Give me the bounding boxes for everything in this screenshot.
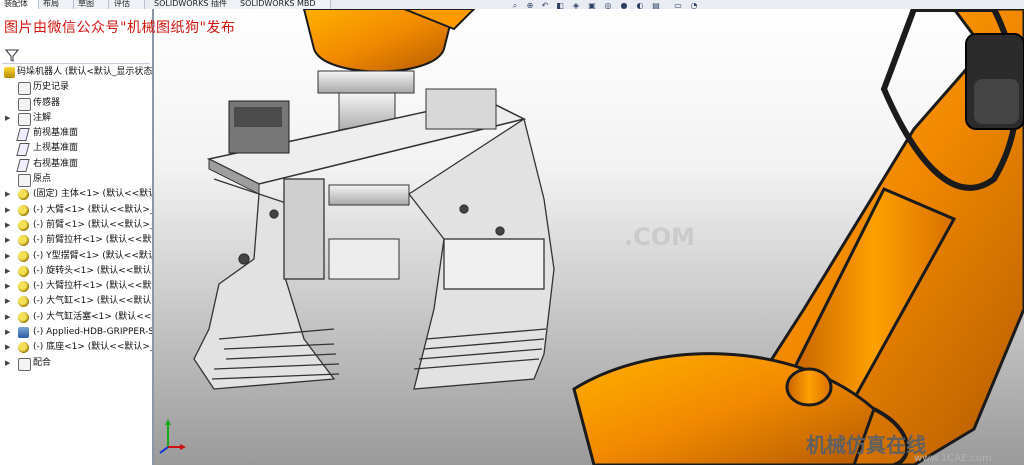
tree-item-label: 右视基准面 bbox=[33, 158, 79, 169]
tab-mbd[interactable]: SOLIDWORKS MBD bbox=[236, 0, 331, 9]
tab-evaluate[interactable]: 评估 bbox=[110, 0, 145, 9]
flange-top bbox=[317, 70, 415, 94]
sensor-icon bbox=[18, 97, 31, 111]
tree-item-label: (-) 大臂<1> (默认<<默认>_显 bbox=[33, 204, 154, 215]
tree-item-label: (-) Applied-HDB-GRIPPER-SS bbox=[33, 327, 154, 338]
tree-item-label: (-) 大气缸活塞<1> (默认<<默认 bbox=[33, 311, 152, 322]
tree-item[interactable]: ▶ (-) 大气缸<1> (默认<<默认>_ bbox=[0, 294, 152, 309]
watermark-url: www.1CAE.com bbox=[914, 453, 992, 464]
part-icon bbox=[18, 296, 29, 308]
tree-item[interactable]: ▶ (-) 旋转头<1> (默认<<默认>_ bbox=[0, 264, 152, 279]
tree-item-label: (-) 前臂拉杆<1> (默认<<默认> bbox=[33, 235, 152, 246]
assembly-icon bbox=[18, 327, 29, 339]
tree-item-label: (-) 底座<1> (默认<<默认>_显 bbox=[33, 342, 154, 353]
tree-item[interactable]: ▶ (-) 前臂<1> (默认<<默认>_显 bbox=[0, 218, 152, 233]
tree-item[interactable]: ▶ (-) 大气缸活塞<1> (默认<<默认 bbox=[0, 310, 152, 325]
tree-item[interactable]: ▶ (-) 前臂拉杆<1> (默认<<默认> bbox=[0, 233, 152, 248]
part-icon bbox=[18, 265, 29, 277]
expand-arrow-icon[interactable]: ▶ bbox=[5, 294, 10, 309]
tree-filter-bar bbox=[2, 47, 150, 64]
expand-arrow-icon[interactable]: ▶ bbox=[5, 340, 10, 355]
assembly-icon bbox=[4, 67, 15, 78]
valve-box bbox=[425, 88, 497, 130]
graphics-viewport[interactable]: .COM 机械仿真在线 www.1CAE.com bbox=[154, 9, 1024, 465]
expand-arrow-icon[interactable]: ▶ bbox=[5, 218, 10, 233]
tree-root-label: 码垛机器人 (默认<默认_显示状态-1 bbox=[17, 67, 154, 77]
right-gripper-jaw[interactable] bbox=[408, 117, 555, 390]
tree-item-label: 前视基准面 bbox=[33, 128, 79, 139]
part-icon bbox=[18, 204, 29, 216]
expand-arrow-icon[interactable]: ▶ bbox=[5, 325, 10, 340]
watermark-brand: 机械仿真在线 bbox=[806, 433, 926, 457]
tree-item[interactable]: ▶ (固定) 主体<1> (默认<<默认>_ bbox=[0, 187, 152, 202]
tree-item-label: (-) 旋转头<1> (默认<<默认>_ bbox=[33, 265, 154, 276]
expand-arrow-icon[interactable]: ▶ bbox=[5, 111, 10, 126]
tree-item-label: (-) 前臂<1> (默认<<默认>_显 bbox=[33, 219, 154, 230]
expand-arrow-icon[interactable]: ▶ bbox=[5, 233, 10, 248]
history-icon bbox=[18, 82, 31, 96]
part-icon bbox=[18, 189, 29, 201]
tree-item[interactable]: ▶ (-) 大臂拉杆<1> (默认<<默认> bbox=[0, 279, 152, 294]
tree-item-label: 上视基准面 bbox=[33, 143, 79, 154]
tree-item-label: (固定) 主体<1> (默认<<默认>_ bbox=[33, 189, 152, 200]
tree-item[interactable]: 历史记录 bbox=[0, 80, 152, 96]
tree-item[interactable]: 原点 bbox=[0, 172, 152, 188]
tab-layout[interactable]: 布局 bbox=[39, 0, 74, 9]
gripper-cylinder bbox=[328, 184, 410, 206]
design-tree: 码垛机器人 (默认<默认_显示状态-1 历史记录传感器 ▶ 注解前视基准面上视基准面… bbox=[0, 65, 152, 371]
part-icon bbox=[18, 281, 29, 293]
tree-item-label: (-) Y型摆臂<1> (默认<<默认> bbox=[33, 250, 154, 261]
center-bracket bbox=[328, 238, 400, 280]
tree-item[interactable]: ▶ 注解 bbox=[0, 111, 152, 126]
robot-gripper-model[interactable] bbox=[154, 9, 1024, 465]
tree-item-label: 配合 bbox=[33, 357, 52, 368]
coordinate-triad-icon bbox=[159, 419, 186, 454]
left-gripper-jaw[interactable] bbox=[193, 178, 340, 390]
tree-item-label: 注解 bbox=[33, 112, 52, 123]
expand-arrow-icon[interactable]: ▶ bbox=[5, 187, 10, 202]
joint-pin bbox=[785, 367, 833, 407]
tree-item[interactable]: 传感器 bbox=[0, 96, 152, 111]
expand-arrow-icon[interactable]: ▶ bbox=[5, 310, 10, 325]
part-icon bbox=[18, 311, 29, 323]
part-icon bbox=[18, 342, 29, 354]
tree-root-assembly[interactable]: 码垛机器人 (默认<默认_显示状态-1 bbox=[0, 65, 152, 80]
expand-arrow-icon[interactable]: ▶ bbox=[5, 264, 10, 279]
tree-item[interactable]: ▶ (-) Y型摆臂<1> (默认<<默认> bbox=[0, 249, 152, 264]
filter-icon[interactable] bbox=[5, 48, 19, 62]
part-icon bbox=[18, 235, 29, 247]
plane-icon bbox=[16, 158, 30, 172]
annotation-icon bbox=[18, 112, 31, 126]
tree-item[interactable]: 右视基准面 bbox=[0, 157, 152, 172]
mates-icon bbox=[18, 357, 31, 371]
part-icon bbox=[18, 250, 29, 262]
tab-addins[interactable]: SOLIDWORKS 插件 bbox=[150, 0, 239, 9]
origin-icon bbox=[18, 174, 31, 188]
plane-icon bbox=[16, 128, 30, 142]
tab-sketch[interactable]: 草图 bbox=[74, 0, 109, 9]
tree-item[interactable]: ▶ (-) 底座<1> (默认<<默认>_显 bbox=[0, 340, 152, 355]
expand-arrow-icon[interactable]: ▶ bbox=[5, 279, 10, 294]
feature-manager-tree-panel: 码垛机器人 (默认<默认_显示状态-1 历史记录传感器 ▶ 注解前视基准面上视基准面… bbox=[0, 9, 154, 465]
part-icon bbox=[18, 219, 29, 231]
tree-item[interactable]: 上视基准面 bbox=[0, 141, 152, 157]
tree-item-label: (-) 大气缸<1> (默认<<默认>_ bbox=[33, 296, 154, 307]
tree-item[interactable]: 前视基准面 bbox=[0, 126, 152, 142]
tree-item[interactable]: ▶ (-) Applied-HDB-GRIPPER-SS bbox=[0, 325, 152, 340]
tree-item-label: 原点 bbox=[33, 174, 52, 185]
tree-item-label: 历史记录 bbox=[33, 82, 70, 93]
tree-item-label: (-) 大臂拉杆<1> (默认<<默认> bbox=[33, 281, 152, 292]
valve-block bbox=[234, 107, 282, 127]
tree-item[interactable]: ▶ 配合 bbox=[0, 356, 152, 371]
tab-assembly[interactable]: 装配体 bbox=[0, 0, 39, 9]
expand-arrow-icon[interactable]: ▶ bbox=[5, 203, 10, 218]
watermark-center: .COM bbox=[624, 223, 696, 251]
tree-item-label: 传感器 bbox=[33, 97, 61, 108]
tree-item[interactable]: ▶ (-) 大臂<1> (默认<<默认>_显 bbox=[0, 203, 152, 218]
watermark-publisher-text: 图片由微信公众号"机械图纸狗"发布 bbox=[4, 20, 236, 36]
plane-icon bbox=[16, 143, 30, 157]
motor-cap bbox=[974, 79, 1019, 124]
expand-arrow-icon[interactable]: ▶ bbox=[5, 249, 10, 264]
expand-arrow-icon[interactable]: ▶ bbox=[5, 356, 10, 371]
